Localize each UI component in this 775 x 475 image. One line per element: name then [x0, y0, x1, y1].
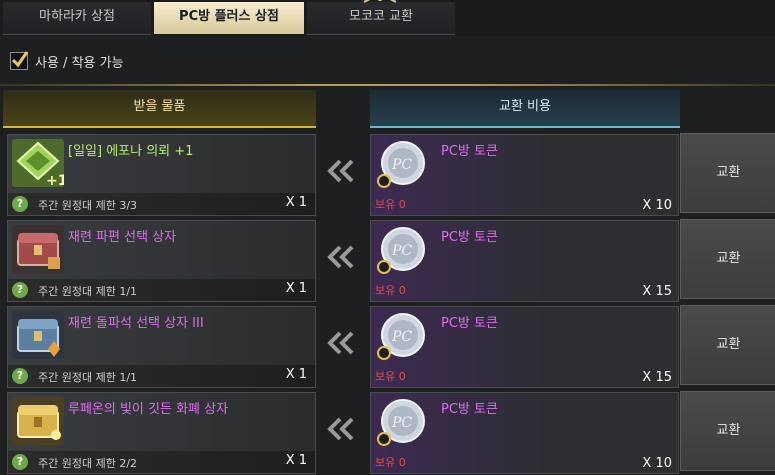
cost-panel: PC PC방 토큰 보유 0 X 15 — [370, 306, 679, 388]
double-chevron-left-icon — [327, 417, 354, 441]
pc-token-icon: PC — [377, 141, 425, 188]
weekly-limit: 주간 원정대 제한 1/1 — [38, 371, 138, 384]
shop-row: +1 [일일] 에포나 의뢰 +1 ? 주간 원정대 제한 3/3 X 1 PC… — [0, 133, 775, 216]
usable-filter[interactable]: 사용 / 착용 가능 — [10, 50, 124, 72]
item-bottom-bar: ? 주간 원정대 제한 1/1 X 1 — [8, 365, 315, 387]
exchange-button[interactable]: 교환 — [680, 305, 775, 385]
svg-text:PC: PC — [391, 415, 412, 431]
tab-ornament-icon — [363, 0, 397, 3]
help-icon[interactable]: ? — [12, 454, 28, 470]
item-name: 재련 돌파석 선택 상자 III — [68, 316, 204, 331]
weekly-limit: 주간 원정대 제한 2/2 — [38, 457, 138, 470]
exchange-button[interactable]: 교환 — [680, 391, 775, 471]
cost-quantity: X 10 — [642, 198, 672, 213]
owned-count: 보유 0 — [375, 456, 406, 469]
svg-text:PC: PC — [391, 157, 412, 173]
exchange-button[interactable]: 교환 — [680, 133, 775, 213]
owned-count: 보유 0 — [375, 284, 406, 297]
item-bottom-bar: ? 주간 원정대 제한 3/3 X 1 — [8, 193, 315, 215]
red-chest-icon — [12, 225, 64, 273]
item-quantity: X 1 — [285, 281, 307, 296]
cost-quantity: X 10 — [642, 456, 672, 471]
shop-row: 루페온의 빛이 깃든 화폐 상자 ? 주간 원정대 제한 2/2 X 1 PC … — [0, 391, 775, 474]
item-panel[interactable]: 루페온의 빛이 깃든 화폐 상자 ? 주간 원정대 제한 2/2 X 1 — [7, 392, 316, 474]
owned-count: 보유 0 — [375, 370, 406, 383]
tab-mokoko-exchange[interactable]: 모코코 교환 — [307, 2, 455, 35]
item-quantity: X 1 — [285, 367, 307, 382]
exchange-button[interactable]: 교환 — [680, 219, 775, 299]
usable-checkbox[interactable] — [10, 51, 29, 70]
token-name: PC방 토큰 — [441, 402, 498, 417]
pc-token-icon: PC — [377, 313, 425, 360]
weekly-limit: 주간 원정대 제한 3/3 — [38, 199, 138, 212]
double-chevron-left-icon — [327, 245, 354, 269]
shop-row: 재련 돌파석 선택 상자 III ? 주간 원정대 제한 1/1 X 1 PC … — [0, 305, 775, 388]
gold-chest-icon — [12, 397, 64, 445]
blue-chest-icon — [12, 311, 64, 359]
epona-quest-icon: +1 — [12, 139, 64, 187]
gold-divider — [0, 84, 775, 86]
usable-filter-label: 사용 / 착용 가능 — [35, 55, 124, 71]
item-quantity: X 1 — [285, 195, 307, 210]
cost-panel: PC PC방 토큰 보유 0 X 15 — [370, 220, 679, 302]
cost-panel: PC PC방 토큰 보유 0 X 10 — [370, 392, 679, 474]
svg-text:PC: PC — [391, 243, 412, 259]
item-panel[interactable]: +1 [일일] 에포나 의뢰 +1 ? 주간 원정대 제한 3/3 X 1 — [7, 134, 316, 216]
token-name: PC방 토큰 — [441, 316, 498, 331]
weekly-limit: 주간 원정대 제한 1/1 — [38, 285, 138, 298]
tab-pc-plus-shop[interactable]: PC방 플러스 상점 — [154, 2, 304, 34]
item-name: [일일] 에포나 의뢰 +1 — [68, 144, 194, 159]
shop-tab-bar: 마하라카 상점 PC방 플러스 상점 모코코 교환 — [0, 0, 775, 36]
help-icon[interactable]: ? — [12, 282, 28, 298]
cost-panel: PC PC방 토큰 보유 0 X 10 — [370, 134, 679, 216]
item-name: 재련 파편 선택 상자 — [68, 230, 177, 245]
item-bottom-bar: ? 주간 원정대 제한 1/1 X 1 — [8, 279, 315, 301]
owned-count: 보유 0 — [375, 198, 406, 211]
pc-token-icon: PC — [377, 399, 425, 446]
receive-column-header: 받을 물품 — [3, 90, 316, 128]
tab-maharaka-shop[interactable]: 마하라카 상점 — [3, 2, 151, 35]
item-bottom-bar: ? 주간 원정대 제한 2/2 X 1 — [8, 451, 315, 473]
token-name: PC방 토큰 — [441, 144, 498, 159]
help-icon[interactable]: ? — [12, 368, 28, 384]
svg-text:PC: PC — [391, 329, 412, 345]
shop-row: 재련 파편 선택 상자 ? 주간 원정대 제한 1/1 X 1 PC PC방 토… — [0, 219, 775, 302]
cost-quantity: X 15 — [642, 370, 672, 385]
pc-token-icon: PC — [377, 227, 425, 274]
item-panel[interactable]: 재련 파편 선택 상자 ? 주간 원정대 제한 1/1 X 1 — [7, 220, 316, 302]
cost-quantity: X 15 — [642, 284, 672, 299]
double-chevron-left-icon — [327, 331, 354, 355]
help-icon[interactable]: ? — [12, 196, 28, 212]
cost-column-header: 교환 비용 — [370, 90, 680, 128]
token-name: PC방 토큰 — [441, 230, 498, 245]
item-panel[interactable]: 재련 돌파석 선택 상자 III ? 주간 원정대 제한 1/1 X 1 — [7, 306, 316, 388]
item-name: 루페온의 빛이 깃든 화폐 상자 — [68, 402, 229, 417]
svg-text:+1: +1 — [46, 173, 64, 187]
checkmark-icon — [11, 51, 29, 68]
double-chevron-left-icon — [327, 159, 354, 183]
item-quantity: X 1 — [285, 453, 307, 468]
